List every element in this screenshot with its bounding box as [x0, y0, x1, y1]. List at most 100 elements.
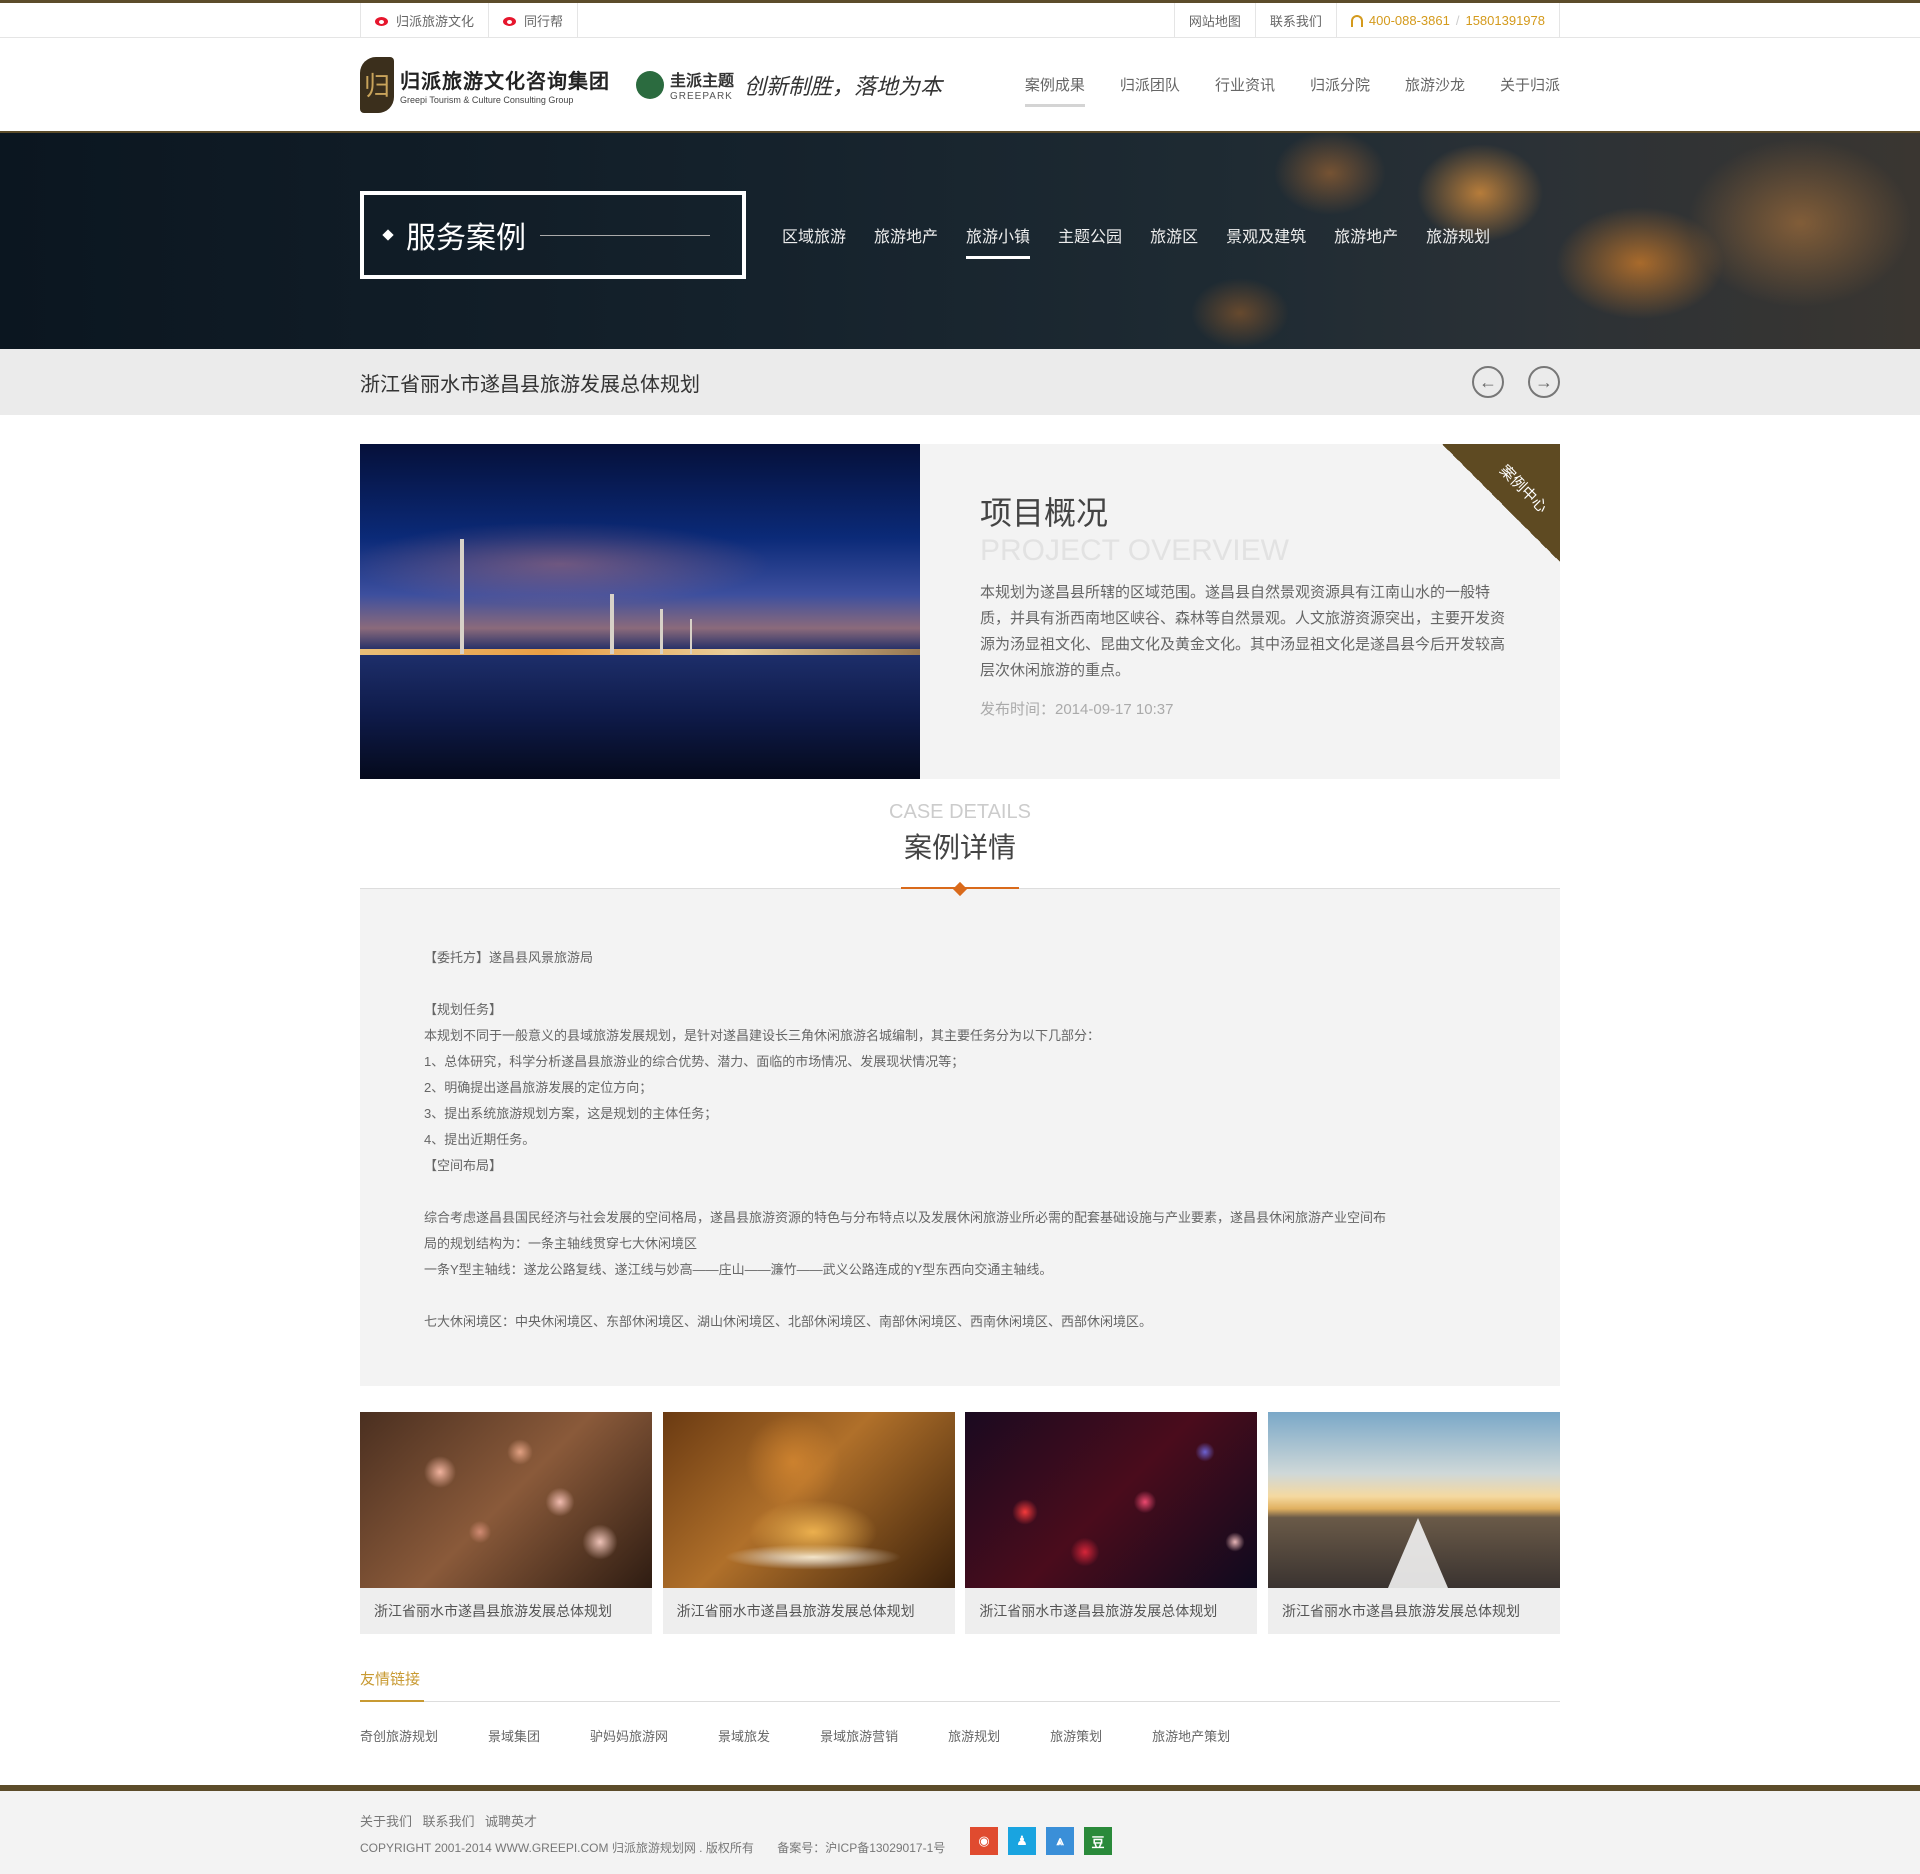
weibo-icon [503, 15, 519, 27]
copyright: COPYRIGHT 2001-2014 WWW.GREEPI.COM 归派旅游规… [360, 1839, 945, 1856]
detail-line [424, 971, 1498, 997]
friend-link[interactable]: 景域集团 [488, 1726, 540, 1745]
case-details-title: 案例详情 [903, 832, 1016, 863]
footer-about-link[interactable]: 关于我们 [360, 1814, 412, 1829]
project-photo [360, 444, 920, 779]
next-case-button[interactable]: → [1528, 366, 1560, 398]
logo-name-en: Greepi Tourism & Culture Consulting Grou… [400, 94, 574, 105]
related-case-title[interactable]: 浙江省丽水市遂昌县旅游发展总体规划 [1268, 1588, 1560, 1634]
related-case-title[interactable]: 浙江省丽水市遂昌县旅游发展总体规划 [663, 1588, 955, 1634]
nav-news[interactable]: 行业资讯 [1215, 66, 1275, 103]
logo-text: 归派旅游文化咨询集团 Greepi Tourism & Culture Cons… [400, 65, 610, 105]
prev-case-button[interactable]: ← [1472, 366, 1504, 398]
case-title-bar: 浙江省丽水市遂昌县旅游发展总体规划 ← → [0, 349, 1920, 415]
service-cases-title: 服务案例 [406, 222, 526, 255]
related-case-title[interactable]: 浙江省丽水市遂昌县旅游发展总体规划 [965, 1588, 1257, 1634]
related-case-card[interactable]: 浙江省丽水市遂昌县旅游发展总体规划 [1267, 1412, 1560, 1634]
partner-name-cn: 圭派主题 [670, 73, 735, 90]
friend-link[interactable]: 旅游地产策划 [1152, 1726, 1230, 1745]
partner-name-en: GREEPARK [670, 91, 733, 102]
related-case-card[interactable]: 浙江省丽水市遂昌县旅游发展总体规划 [360, 1412, 652, 1634]
footer-careers-link[interactable]: 诚聘英才 [485, 1814, 537, 1829]
nav-branches[interactable]: 归派分院 [1310, 66, 1370, 103]
category-landscape[interactable]: 景观及建筑 [1226, 217, 1306, 253]
case-center-ribbon: 案例中心 [1442, 444, 1560, 562]
nav-team[interactable]: 归派团队 [1120, 66, 1180, 103]
photo-pole [460, 539, 464, 654]
detail-line: 本规划不同于一般意义的县域旅游发展规划，是针对遂昌建设长三角休闲旅游名城编制，其… [424, 1028, 1101, 1043]
friend-link[interactable]: 旅游策划 [1050, 1726, 1102, 1745]
project-overview: 项目概况 PROJECT OVERVIEW 本规划为遂昌县所辖的区域范围。遂昌县… [360, 444, 1560, 779]
related-case-image[interactable] [1267, 1412, 1560, 1588]
friend-link[interactable]: 景域旅游营销 [820, 1726, 898, 1745]
qq-icon[interactable]: ♟ [1008, 1827, 1036, 1855]
photo-shore [360, 655, 920, 779]
weibo-icon [375, 15, 391, 27]
category-scenic-area[interactable]: 旅游区 [1150, 217, 1198, 253]
headset-icon [1350, 14, 1363, 27]
sitemap-link[interactable]: 网站地图 [1173, 3, 1255, 38]
weibo-icon[interactable]: ◉ [970, 1827, 998, 1855]
top-bar: 归派旅游文化 同行帮 网站地图 联系我们 400-088-3861 / 1580… [0, 0, 1920, 38]
related-case-image[interactable] [662, 1412, 955, 1588]
logo-name-cn: 归派旅游文化咨询集团 [400, 70, 610, 93]
phone-number: 400-088-3861 [1368, 13, 1450, 28]
case-details-heading: CASE DETAILS 案例详情 [360, 801, 1560, 897]
category-regional[interactable]: 区域旅游 [782, 217, 846, 253]
arrow-right-icon: → [1535, 372, 1553, 392]
friend-link[interactable]: 驴妈妈旅游网 [590, 1726, 668, 1745]
photo-pole [690, 619, 692, 654]
nav-cases[interactable]: 案例成果 [1024, 66, 1085, 107]
friendly-links-title: 友情链接 [360, 1668, 425, 1702]
detail-line: 【空间布局】 [424, 1158, 503, 1173]
related-cases: 浙江省丽水市遂昌县旅游发展总体规划 浙江省丽水市遂昌县旅游发展总体规划 浙江省丽… [360, 1412, 1560, 1634]
page-title: 浙江省丽水市遂昌县旅游发展总体规划 [360, 373, 700, 396]
heading-divider [540, 234, 710, 236]
contact-link[interactable]: 联系我们 [1254, 3, 1336, 38]
phone-info: 400-088-3861 / 15801391978 [1335, 3, 1560, 38]
category-theme-park[interactable]: 主题公园 [1058, 217, 1122, 253]
slogan: 创新制胜，落地为本 [744, 74, 943, 100]
site-header: 归 归派旅游文化咨询集团 Greepi Tourism & Culture Co… [0, 38, 1920, 133]
nav-salon[interactable]: 旅游沙龙 [1405, 66, 1465, 103]
nav-about[interactable]: 关于归派 [1500, 66, 1560, 103]
detail-line [424, 1179, 1498, 1205]
weibo-link-greepi[interactable]: 归派旅游文化 [360, 3, 488, 38]
related-case-title[interactable]: 浙江省丽水市遂昌县旅游发展总体规划 [360, 1588, 652, 1634]
friend-link[interactable]: 旅游规划 [948, 1726, 1000, 1745]
detail-line: 综合考虑遂昌县国民经济与社会发展的空间格局，遂昌县旅游资源的特色与分布特点以及发… [424, 1210, 1387, 1225]
mobile-number: 15801391978 [1465, 13, 1545, 28]
category-real-estate[interactable]: 旅游地产 [874, 217, 938, 253]
category-real-estate-2[interactable]: 旅游地产 [1334, 217, 1398, 253]
top-bar-right: 网站地图 联系我们 400-088-3861 / 15801391978 [1173, 3, 1560, 38]
renren-icon[interactable]: ⩓ [1046, 1827, 1074, 1855]
partner-text: 圭派主题 GREEPARK [670, 67, 734, 102]
detail-line: 2、明确提出遂昌旅游发展的定位方向； [424, 1080, 653, 1095]
friendly-links: 友情链接 奇创旅游规划 景域集团 驴妈妈旅游网 景域旅发 景域旅游营销 旅游规划… [360, 1668, 1560, 1745]
footer-contact-link[interactable]: 联系我们 [422, 1814, 474, 1829]
weibo-link-peer[interactable]: 同行帮 [488, 3, 579, 38]
top-bar-left: 归派旅游文化 同行帮 [360, 3, 579, 38]
brand[interactable]: 归 归派旅游文化咨询集团 Greepi Tourism & Culture Co… [360, 56, 943, 113]
friend-link[interactable]: 景域旅发 [718, 1726, 770, 1745]
publish-date: 发布时间：2014-09-17 10:37 [980, 701, 1174, 718]
friend-link[interactable]: 奇创旅游规划 [360, 1726, 438, 1745]
related-case-card[interactable]: 浙江省丽水市遂昌县旅游发展总体规划 [965, 1412, 1258, 1634]
road-marking [1387, 1518, 1448, 1588]
related-case-image[interactable] [360, 1412, 652, 1588]
related-case-image[interactable] [965, 1412, 1258, 1588]
diamond-icon [382, 229, 394, 241]
banner: 服务案例 区域旅游 旅游地产 旅游小镇 主题公园 旅游区 景观及建筑 旅游地产 … [0, 133, 1920, 349]
category-planning[interactable]: 旅游规划 [1426, 217, 1490, 253]
overview-title: 项目概况 [980, 495, 1109, 531]
douban-icon[interactable]: 豆 [1084, 1827, 1112, 1855]
overview-description: 本规划为遂昌县所辖的区域范围。遂昌县自然景观资源具有江南山水的一般特质，并具有浙… [980, 584, 1506, 679]
related-case-card[interactable]: 浙江省丽水市遂昌县旅游发展总体规划 [662, 1412, 955, 1634]
detail-line: 1、总体研究，科学分析遂昌县旅游业的综合优势、潜力、面临的市场情况、发展现状情况… [424, 1054, 965, 1069]
detail-line: 局的规划结构为：一条主轴线贯穿七大休闲境区 [424, 1236, 698, 1251]
site-footer: 关于我们 联系我们 诚聘英才 COPYRIGHT 2001-2014 WWW.G… [0, 1785, 1920, 1874]
arrow-left-icon: ← [1479, 372, 1497, 392]
category-town[interactable]: 旅游小镇 [966, 217, 1031, 259]
overview-title-en: PROJECT OVERVIEW [980, 534, 1289, 567]
detail-line: 七大休闲境区：中央休闲境区、东部休闲境区、湖山休闲境区、北部休闲境区、南部休闲境… [424, 1314, 1153, 1329]
